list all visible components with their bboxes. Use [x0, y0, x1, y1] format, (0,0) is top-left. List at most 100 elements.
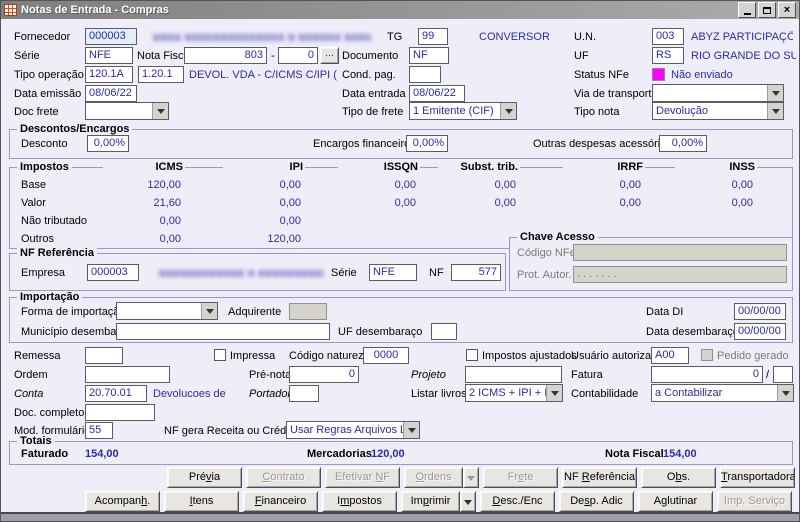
impostos-group-title: Impostos [17, 161, 72, 173]
acompanh-button[interactable]: Acompanh. [85, 491, 160, 512]
data-emissao-label: Data emissão [14, 88, 81, 100]
faturado-label: Faturado [21, 448, 68, 460]
doc-frete-label: Doc frete [14, 106, 59, 118]
contabilidade-combo[interactable]: a Contabilizar [651, 384, 794, 402]
doc-completo-field[interactable] [85, 404, 155, 421]
chevron-down-icon[interactable] [403, 422, 419, 438]
projeto-field[interactable] [465, 366, 562, 383]
tipo-frete-label: Tipo de frete [342, 106, 403, 118]
minimize-button[interactable] [738, 2, 756, 18]
data-desembaraco-label: Data desembaraço [646, 326, 739, 338]
encargos-financeiros-field[interactable]: 0,00% [406, 135, 448, 152]
imprimir-button[interactable]: Imprimir [401, 491, 460, 512]
chevron-down-icon[interactable] [546, 385, 562, 401]
impostos-ajustados-checkbox[interactable] [466, 349, 478, 361]
fatura-field[interactable]: 0 [651, 366, 763, 383]
tipo-frete-combo[interactable]: 1 Emitente (CIF) [409, 102, 517, 120]
tipo-operacao-code2-field[interactable]: 1.20.1 [138, 66, 184, 83]
impostos-row-label: Outros [21, 233, 54, 245]
documento-field[interactable]: NF [409, 47, 449, 64]
tipo-operacao-code1-field[interactable]: 120.1A [85, 66, 133, 83]
efetivar-nf-button: Efetivar NF [325, 467, 400, 488]
cond-pag-field[interactable] [409, 66, 441, 83]
usuario-autorizado-field[interactable]: A00 [651, 347, 689, 364]
descontos-group-title: Descontos/Encargos [17, 123, 132, 135]
nf-refer-ncia-button[interactable]: NF Referência [562, 467, 637, 488]
conta-field[interactable]: 20.70.01 [85, 385, 147, 402]
minimize-icon [744, 13, 751, 15]
contabilidade-label: Contabilidade [571, 388, 638, 400]
remessa-field[interactable] [85, 347, 123, 364]
data-di-field[interactable]: 00/00/00 [734, 303, 786, 320]
portador-field[interactable] [289, 385, 319, 402]
tipo-nota-combo[interactable]: Devolução [652, 102, 784, 120]
data-emissao-field[interactable]: 08/06/22 [85, 85, 137, 102]
chevron-down-icon[interactable] [777, 385, 793, 401]
chevron-down-icon[interactable] [152, 103, 168, 119]
fatura-parcela-field[interactable] [773, 366, 793, 383]
pre-nota-field[interactable]: 0 [289, 366, 359, 383]
uf-field[interactable]: RS [652, 47, 684, 64]
serie-field[interactable]: NFE [85, 47, 133, 64]
close-button[interactable]: × [778, 2, 796, 18]
un-field[interactable]: 003 [652, 28, 684, 45]
via-transporte-label: Via de transporte [574, 88, 658, 100]
status-nfe-label: Status NFe [574, 69, 629, 81]
empresa-field[interactable]: 000003 [87, 264, 139, 281]
impressa-checkbox[interactable] [214, 349, 226, 361]
maximize-button[interactable] [758, 2, 776, 18]
usuario-autorizado-label: Usuário autorizado [571, 350, 663, 362]
nf-gera-combo[interactable]: Usar Regras Arquivos Legais [286, 421, 420, 439]
un-desc: ABYZ PARTICIPAÇÕES E [691, 31, 793, 43]
chevron-down-icon[interactable] [767, 85, 783, 101]
data-desembaraco-field[interactable]: 00/00/00 [734, 323, 786, 340]
impostos-row-label: Base [21, 179, 46, 191]
tipo-operacao-desc: DEVOL. VDA - C/ICMS C/IPI ( 0 veze: [189, 69, 339, 81]
forma-importacao-combo[interactable] [116, 302, 218, 320]
nf-ref-serie-field[interactable]: NFE [369, 264, 417, 281]
imprimir-dropdown-arrow[interactable] [460, 491, 476, 512]
pr-via-button[interactable]: Prévia [167, 467, 242, 488]
ordem-field[interactable] [85, 366, 170, 383]
via-transporte-combo[interactable] [652, 84, 784, 102]
municipio-desembaraco-field[interactable] [116, 323, 330, 340]
chevron-down-icon[interactable] [500, 103, 516, 119]
desc-enc-button[interactable]: Desc./Enc [480, 491, 555, 512]
aglutinar-button[interactable]: Aglutinar [638, 491, 713, 512]
nota-fiscal-number-field[interactable]: 803 [184, 47, 267, 64]
nota-fiscal-sub-field[interactable]: 0 [278, 47, 318, 64]
listar-livros-combo[interactable]: 2 ICMS + IPI + ISS [465, 384, 563, 402]
impostos-cell: 0,00 [221, 215, 301, 227]
fornecedor-code-field[interactable]: 000003 [85, 28, 137, 45]
obs-button[interactable]: Obs. [641, 467, 716, 488]
impostos-cell: 0,00 [101, 233, 181, 245]
data-di-label: Data DI [646, 306, 683, 318]
nf-ref-nf-field[interactable]: 577 [451, 264, 501, 281]
outras-despesas-field[interactable]: 0,00% [659, 135, 707, 152]
titlebar: Notas de Entrada - Compras × [1, 1, 799, 19]
doc-frete-combo[interactable] [85, 102, 169, 120]
desp-adic-button[interactable]: Desp. Adic [559, 491, 634, 512]
browse-button[interactable]: ... [320, 47, 339, 64]
impostos-row-label: Valor [21, 197, 46, 209]
nf-gera-value: Usar Regras Arquivos Legais [290, 424, 420, 436]
chevron-down-icon[interactable] [767, 103, 783, 119]
tipo-operacao-label: Tipo operação [14, 69, 84, 81]
projeto-label: Projeto [411, 369, 446, 381]
codigo-natureza-field[interactable]: 0000 [363, 347, 409, 364]
status-nfe-value: Não enviado [671, 69, 733, 81]
impostos-cell: 120,00 [221, 233, 301, 245]
tg-label: TG [387, 31, 402, 43]
chevron-down-icon[interactable] [201, 303, 217, 319]
tg-field[interactable]: 99 [418, 28, 448, 45]
conta-label: Conta [14, 388, 43, 400]
financeiro-button[interactable]: Financeiro [243, 491, 318, 512]
desconto-field[interactable]: 0,00% [87, 135, 129, 152]
impostos-cell: 0,00 [221, 197, 301, 209]
transportadora-button[interactable]: Transportadora [720, 467, 795, 488]
impostos-button[interactable]: Impostos [322, 491, 397, 512]
uf-desembaraco-field[interactable] [431, 323, 457, 340]
itens-button[interactable]: Itens [164, 491, 239, 512]
mod-formulario-field[interactable]: 55 [85, 422, 113, 439]
data-entrada-field[interactable]: 08/06/22 [409, 85, 465, 102]
